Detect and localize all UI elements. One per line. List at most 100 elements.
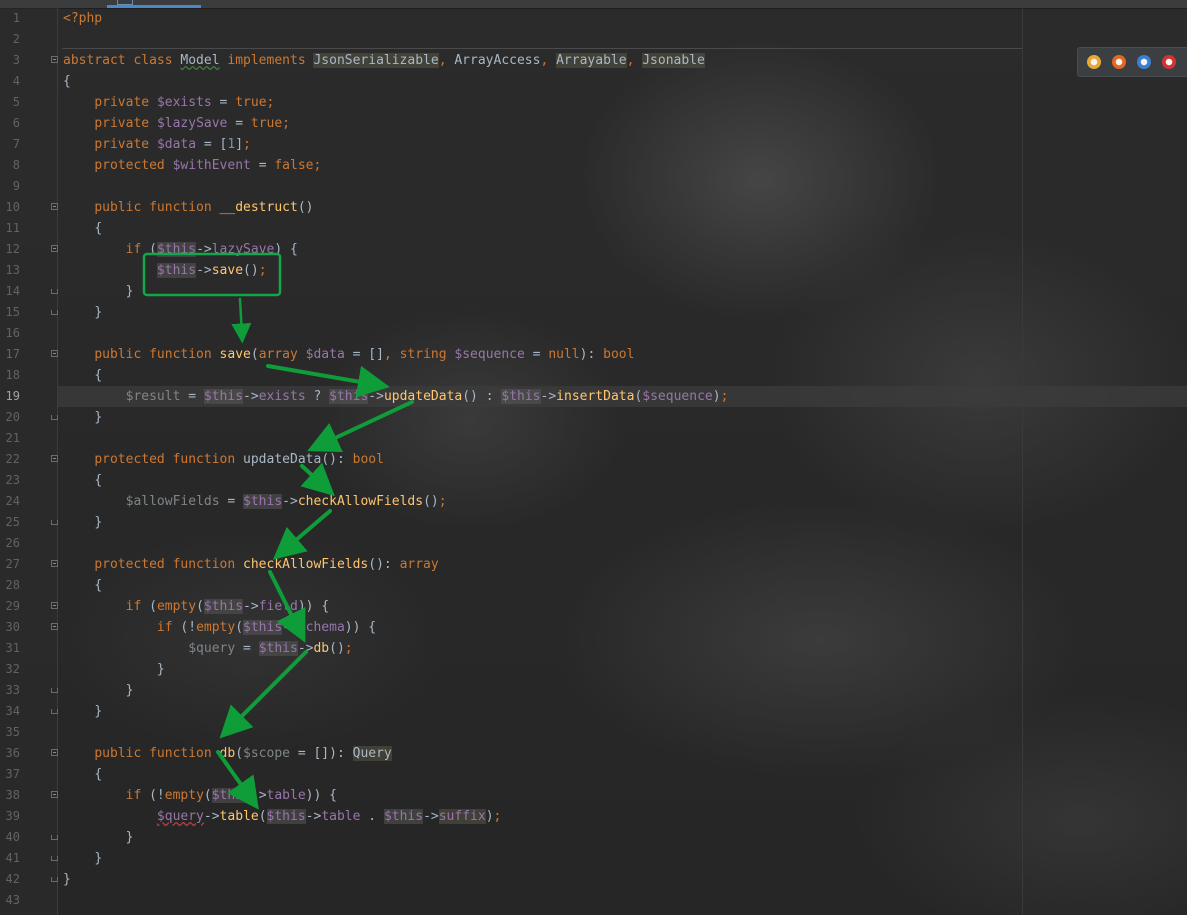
code-line[interactable]: 15 } (0, 302, 1187, 323)
code-line[interactable]: 8 protected $withEvent = false; (0, 155, 1187, 176)
line-number: 28 (5, 578, 20, 592)
code-line[interactable]: 28 { (0, 575, 1187, 596)
code-line[interactable]: 24 $allowFields = $this->checkAllowField… (0, 491, 1187, 512)
line-source: <?php (63, 11, 103, 26)
code-line[interactable]: 13 $this->save(); (0, 260, 1187, 281)
line-number: 35 (5, 725, 20, 739)
code-line[interactable]: 7 private $data = [1]; (0, 134, 1187, 155)
line-source: } (63, 872, 71, 887)
code-line[interactable]: 14 } (0, 281, 1187, 302)
code-line[interactable]: 21 (0, 428, 1187, 449)
code-line[interactable]: 30 if (!empty($this->schema)) { (0, 617, 1187, 638)
code-line[interactable]: 18 { (0, 365, 1187, 386)
line-number: 12 (5, 242, 20, 256)
line-number: 5 (12, 95, 20, 109)
code-line[interactable]: 23 { (0, 470, 1187, 491)
code-line[interactable]: 37 { (0, 764, 1187, 785)
line-number: 37 (5, 767, 20, 781)
line-source: $result = $this->exists ? $this->updateD… (125, 389, 729, 404)
code-line[interactable]: 38 if (!empty($this->table)) { (0, 785, 1187, 806)
fold-collapse-icon[interactable] (51, 560, 58, 567)
code-line[interactable]: 27 protected function checkAllowFields()… (0, 554, 1187, 575)
code-line[interactable]: 11 { (0, 218, 1187, 239)
safari-icon[interactable] (1137, 55, 1151, 69)
code-line[interactable]: 9 (0, 176, 1187, 197)
fold-end-icon[interactable] (51, 835, 58, 840)
line-source: $allowFields = $this->checkAllowFields()… (125, 494, 447, 509)
line-source: } (94, 305, 103, 320)
code-line[interactable]: 25 } (0, 512, 1187, 533)
line-number: 34 (5, 704, 20, 718)
code-line[interactable]: 22 protected function updateData(): bool (0, 449, 1187, 470)
code-line[interactable]: 5 private $exists = true; (0, 92, 1187, 113)
fold-collapse-icon[interactable] (51, 623, 58, 630)
line-number: 8 (12, 158, 20, 172)
fold-end-icon[interactable] (51, 415, 58, 420)
fold-end-icon[interactable] (51, 310, 58, 315)
fold-collapse-icon[interactable] (51, 245, 58, 252)
code-line[interactable]: 16 (0, 323, 1187, 344)
code-line[interactable]: 35 (0, 722, 1187, 743)
code-line[interactable]: 31 $query = $this->db(); (0, 638, 1187, 659)
line-number: 10 (5, 200, 20, 214)
code-line[interactable]: 43 (0, 890, 1187, 911)
code-line[interactable]: 2 (0, 29, 1187, 50)
fold-end-icon[interactable] (51, 877, 58, 882)
code-line[interactable]: 1 <?php (0, 8, 1187, 29)
line-number: 14 (5, 284, 20, 298)
line-number: 39 (5, 809, 20, 823)
code-line[interactable]: 26 (0, 533, 1187, 554)
fold-end-icon[interactable] (51, 289, 58, 294)
code-line[interactable]: 10 public function __destruct() (0, 197, 1187, 218)
code-line[interactable]: 17 public function save(array $data = []… (0, 344, 1187, 365)
fold-end-icon[interactable] (51, 520, 58, 525)
code-line[interactable]: 42} (0, 869, 1187, 890)
line-source: abstract class Model implements JsonSeri… (63, 53, 705, 68)
line-source: } (125, 284, 134, 299)
line-source: public function save(array $data = [], s… (94, 347, 635, 362)
code-line[interactable]: 4{ (0, 71, 1187, 92)
fold-end-icon[interactable] (51, 709, 58, 714)
code-line[interactable]: 29 if (empty($this->field)) { (0, 596, 1187, 617)
line-number: 22 (5, 452, 20, 466)
line-source: private $data = [1]; (94, 137, 251, 152)
fold-collapse-icon[interactable] (51, 749, 58, 756)
code-line[interactable]: 36 public function db($scope = []): Quer… (0, 743, 1187, 764)
line-source: private $lazySave = true; (94, 116, 291, 131)
line-source: } (125, 683, 134, 698)
fold-collapse-icon[interactable] (51, 56, 58, 63)
opera-icon[interactable] (1162, 55, 1176, 69)
firefox-icon[interactable] (1112, 55, 1126, 69)
fold-collapse-icon[interactable] (51, 455, 58, 462)
code-line[interactable]: 3 abstract class Model implements JsonSer… (0, 50, 1187, 71)
line-number: 24 (5, 494, 20, 508)
line-source: protected function checkAllowFields(): a… (94, 557, 439, 572)
chrome-icon[interactable] (1087, 55, 1101, 69)
code-line[interactable]: 41 } (0, 848, 1187, 869)
code-line[interactable]: 12 if ($this->lazySave) { (0, 239, 1187, 260)
code-line[interactable]: 19 $result = $this->exists ? $this->upda… (0, 386, 1187, 407)
fold-end-icon[interactable] (51, 856, 58, 861)
code-line[interactable]: 34 } (0, 701, 1187, 722)
line-source: } (125, 830, 134, 845)
line-number: 9 (12, 179, 20, 193)
code-line[interactable]: 20 } (0, 407, 1187, 428)
fold-collapse-icon[interactable] (51, 791, 58, 798)
line-number: 4 (12, 74, 20, 88)
fold-collapse-icon[interactable] (51, 203, 58, 210)
fold-collapse-icon[interactable] (51, 350, 58, 357)
code-line[interactable]: 39 $query->table($this->table . $this->s… (0, 806, 1187, 827)
line-source: if (!empty($this->schema)) { (156, 620, 377, 635)
line-source: if (!empty($this->table)) { (125, 788, 337, 803)
line-number: 6 (12, 116, 20, 130)
line-number: 17 (5, 347, 20, 361)
code-line[interactable]: 6 private $lazySave = true; (0, 113, 1187, 134)
browser-preview-toolbar[interactable] (1077, 47, 1187, 77)
code-line[interactable]: 33 } (0, 680, 1187, 701)
code-line[interactable]: 40 } (0, 827, 1187, 848)
code-line[interactable]: 32 } (0, 659, 1187, 680)
line-number: 20 (5, 410, 20, 424)
fold-collapse-icon[interactable] (51, 602, 58, 609)
line-number: 25 (5, 515, 20, 529)
fold-end-icon[interactable] (51, 688, 58, 693)
